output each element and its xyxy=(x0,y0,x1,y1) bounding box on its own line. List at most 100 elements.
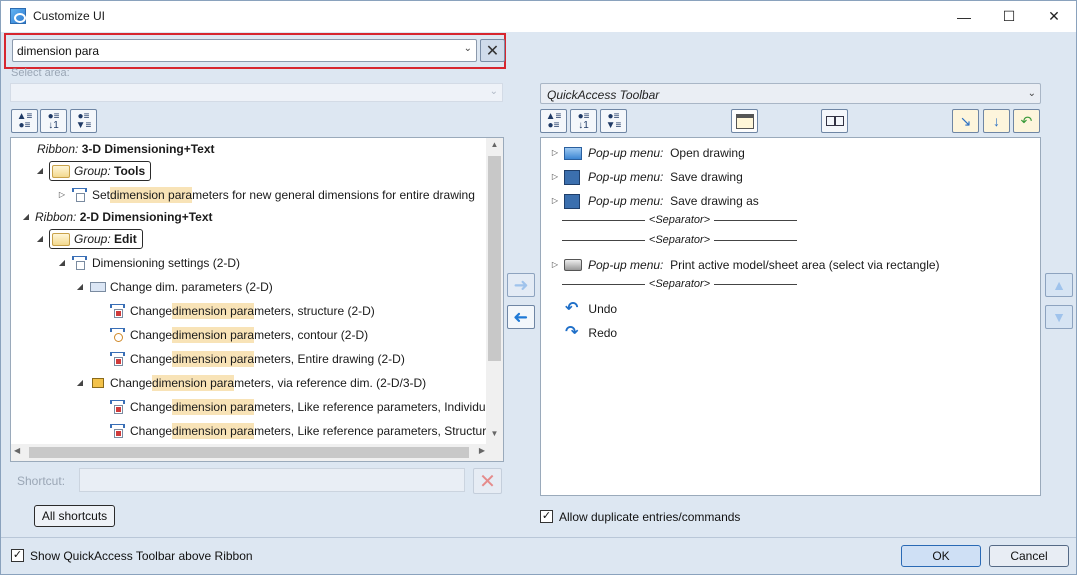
item-prefix: Pop-up menu: xyxy=(588,170,664,184)
scroll-thumb[interactable] xyxy=(488,156,501,361)
dim-like-reference-icon xyxy=(109,399,127,415)
tree-group-edit[interactable]: ◢ Group: Edit xyxy=(35,229,143,249)
tree-item-like-ref-individual[interactable]: Change dimension para meters, Like refere… xyxy=(109,398,486,416)
qa-item-print[interactable]: ▷ Pop-up menu: Print active model/sheet … xyxy=(550,256,940,274)
collapsed-arrow-icon[interactable]: ▷ xyxy=(57,187,67,203)
qa-separator[interactable]: <Separator> xyxy=(562,276,797,292)
add-to-quickaccess-button[interactable]: ➜ xyxy=(507,273,535,297)
item-text-pre: Change xyxy=(130,304,173,318)
expanded-arrow-icon[interactable]: ◢ xyxy=(21,209,31,225)
tree-item-via-reference[interactable]: ◢ Change dimension para meters, via refer… xyxy=(75,374,426,392)
tree-item-contour[interactable]: Change dimension para meters, contour (2-… xyxy=(109,326,368,344)
scroll-right-icon[interactable]: ▶ xyxy=(479,446,485,455)
tree-item-dim-settings[interactable]: ◢ Dimensioning settings (2-D) xyxy=(57,254,240,272)
all-shortcuts-button[interactable]: All shortcuts xyxy=(34,505,115,527)
search-match: dimension para xyxy=(152,375,235,391)
close-button[interactable]: ✕ xyxy=(1031,1,1077,32)
quickaccess-select[interactable]: QuickAccess Toolbar ⌄ xyxy=(540,83,1041,104)
item-text-pre: Change xyxy=(110,376,153,390)
import-button[interactable]: ↘ xyxy=(952,109,979,133)
tree-item-like-ref-structure[interactable]: Change dimension para meters, Like refere… xyxy=(109,422,486,440)
tree-item-structure[interactable]: Change dimension para meters, structure (… xyxy=(109,302,375,320)
item-name: Redo xyxy=(588,326,618,340)
tree-item-change-dim-params[interactable]: ◢ Change dim. parameters (2-D) xyxy=(75,278,273,296)
qa-item-undo[interactable]: ↶ Undo xyxy=(565,300,617,318)
dim-like-reference-icon xyxy=(109,423,127,439)
tree-collapse-icon: ●≡ ▼≡ xyxy=(75,111,92,131)
tree-group-tools[interactable]: ◢ Group: Tools xyxy=(35,161,152,181)
minimize-button[interactable]: — xyxy=(941,1,987,32)
collapsed-arrow-icon[interactable]: ▷ xyxy=(550,145,560,161)
reset-button[interactable]: ↶ xyxy=(1013,109,1040,133)
cancel-button[interactable]: Cancel xyxy=(989,545,1069,567)
export-button[interactable]: ↓ xyxy=(983,109,1010,133)
ribbon-prefix: Ribbon: xyxy=(35,210,77,224)
item-prefix: Pop-up menu: xyxy=(588,194,664,208)
item-text-post: meters, via reference dim. (2-D/3-D) xyxy=(234,376,427,390)
tree-expand-button[interactable]: ▲≡ ●≡ xyxy=(11,109,38,133)
move-down-button[interactable]: ▼ xyxy=(1045,305,1073,329)
expanded-arrow-icon[interactable]: ◢ xyxy=(35,163,45,179)
qa-item-save-drawing[interactable]: ▷ Pop-up menu: Save drawing xyxy=(550,168,743,186)
ribbon-prefix: Ribbon: xyxy=(37,142,79,156)
group-name: Tools xyxy=(114,164,146,178)
expanded-arrow-icon[interactable]: ◢ xyxy=(35,231,45,247)
expanded-arrow-icon[interactable]: ◢ xyxy=(75,279,85,295)
add-separator-button[interactable] xyxy=(821,109,848,133)
remove-shortcut-button[interactable]: ✕ xyxy=(473,468,502,494)
scroll-up-icon[interactable]: ▲ xyxy=(486,140,503,154)
ribbon-name: 2-D Dimensioning+Text xyxy=(79,210,213,224)
tree-item-entire-drawing[interactable]: Change dimension para meters, Entire draw… xyxy=(109,350,405,368)
command-tree[interactable]: Ribbon: 3-D Dimensioning+Text ◢ Group: T… xyxy=(10,137,504,462)
scroll-left-icon[interactable]: ◀ xyxy=(14,446,20,455)
expanded-arrow-icon[interactable]: ◢ xyxy=(57,255,67,271)
maximize-button[interactable]: ☐ xyxy=(986,1,1032,32)
search-highlight-frame: ⌄ ✕ xyxy=(4,33,506,69)
tree-vertical-scrollbar[interactable]: ▲ ▼ xyxy=(486,138,503,461)
group-prefix: Group: xyxy=(74,232,111,246)
redo-icon: ↷ xyxy=(565,324,579,341)
shortcut-input[interactable] xyxy=(79,468,465,492)
chevron-down-icon[interactable]: ⌄ xyxy=(464,43,472,54)
ok-button[interactable]: OK xyxy=(901,545,981,567)
qa-item-redo[interactable]: ↷ Redo xyxy=(565,324,617,342)
item-text-pre: Change xyxy=(130,328,173,342)
qa-separator[interactable]: <Separator> xyxy=(562,212,797,228)
new-popup-menu-button[interactable] xyxy=(731,109,758,133)
show-qa-above-ribbon-checkbox[interactable]: ✓ xyxy=(11,549,24,562)
qa-separator[interactable]: <Separator> xyxy=(562,232,797,248)
sort-button[interactable]: ●≡ ↓1 xyxy=(40,109,67,133)
scroll-thumb[interactable] xyxy=(29,447,469,458)
search-match: dimension para xyxy=(172,399,255,415)
tree-horizontal-scrollbar[interactable]: ◀ ▶ xyxy=(11,444,488,461)
search-input[interactable] xyxy=(17,43,437,59)
tree-item-set-dim-params[interactable]: ▷ Set dimension para meters for new gener… xyxy=(57,186,475,204)
qa-item-open-drawing[interactable]: ▷ Pop-up menu: Open drawing xyxy=(550,144,745,162)
scroll-down-icon[interactable]: ▼ xyxy=(486,429,503,443)
arrow-left-icon: ➜ xyxy=(513,306,529,327)
item-text-post: meters, Like reference parameters, Struc… xyxy=(254,424,487,438)
expanded-arrow-icon[interactable]: ◢ xyxy=(75,375,85,391)
group-node: Group: Tools xyxy=(49,161,152,181)
collapsed-arrow-icon[interactable]: ▷ xyxy=(550,169,560,185)
tree-ribbon-3d[interactable]: Ribbon: 3-D Dimensioning+Text xyxy=(37,140,215,158)
search-match: dimension para xyxy=(172,327,255,343)
qa-expand-button[interactable]: ▲≡ ●≡ xyxy=(540,109,567,133)
qa-collapse-button[interactable]: ●≡ ▼≡ xyxy=(600,109,627,133)
search-combo[interactable]: ⌄ xyxy=(12,39,477,62)
tree-ribbon-2d[interactable]: ◢ Ribbon: 2-D Dimensioning+Text xyxy=(21,208,213,226)
clear-search-button[interactable]: ✕ xyxy=(480,39,505,62)
select-area-combo[interactable]: ⌄ xyxy=(10,83,503,102)
window-folder-icon xyxy=(735,113,754,129)
collapsed-arrow-icon[interactable]: ▷ xyxy=(550,193,560,209)
save-as-icon xyxy=(564,193,580,209)
quickaccess-list[interactable]: ▷ Pop-up menu: Open drawing ▷ Pop-up men… xyxy=(540,137,1041,496)
collapsed-arrow-icon[interactable]: ▷ xyxy=(550,257,560,273)
arrow-right-icon: ➜ xyxy=(513,274,529,295)
allow-duplicates-checkbox[interactable]: ✓ xyxy=(540,510,553,523)
qa-sort-button[interactable]: ●≡ ↓1 xyxy=(570,109,597,133)
move-up-button[interactable]: ▲ xyxy=(1045,273,1073,297)
remove-from-quickaccess-button[interactable]: ➜ xyxy=(507,305,535,329)
qa-item-save-drawing-as[interactable]: ▷ Pop-up menu: Save drawing as xyxy=(550,192,759,210)
tree-collapse-button[interactable]: ●≡ ▼≡ xyxy=(70,109,97,133)
